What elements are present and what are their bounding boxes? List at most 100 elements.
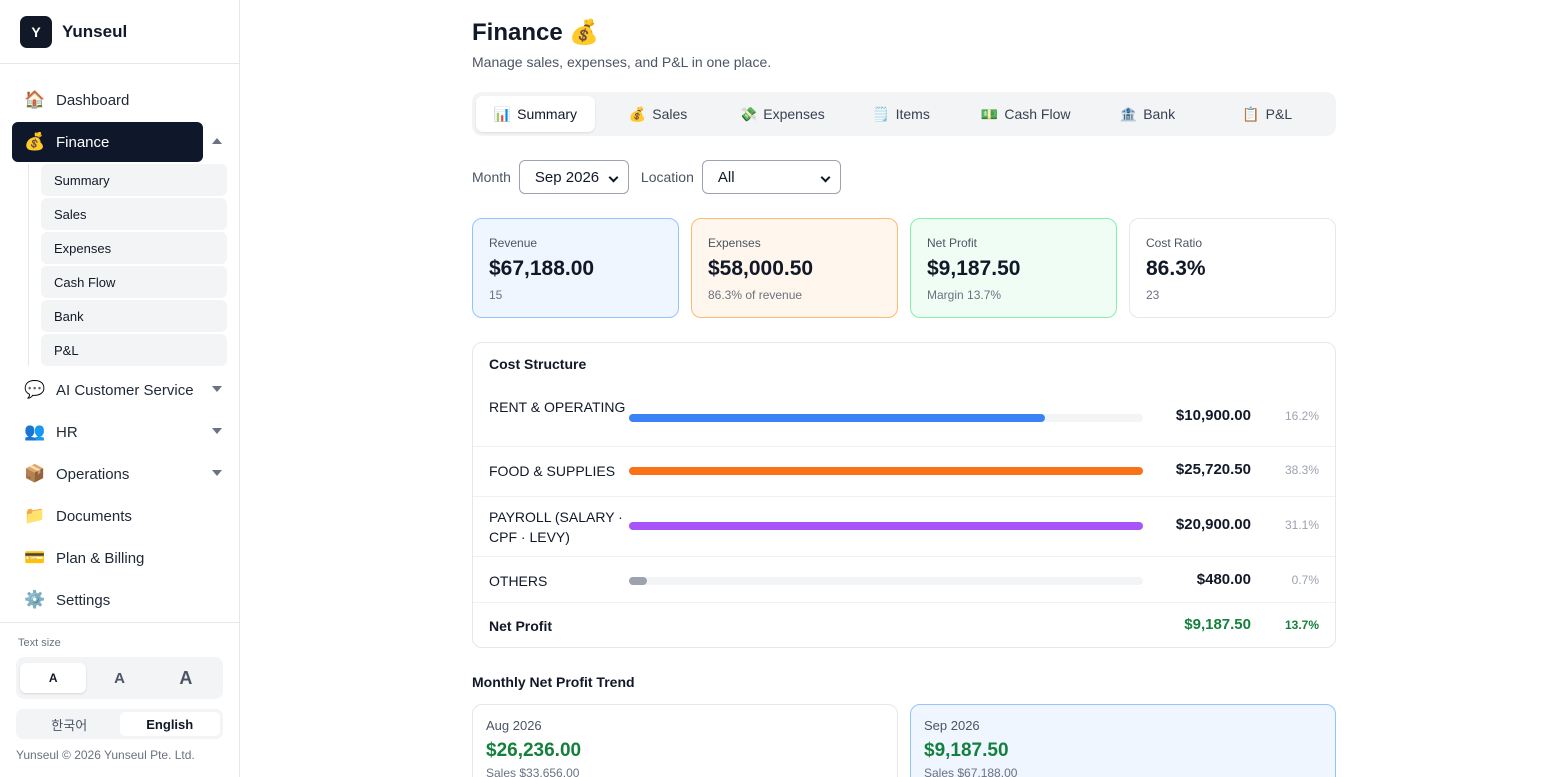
sidebar-item-dashboard[interactable]: 🏠 Dashboard xyxy=(12,80,228,120)
month-select-value: Sep 2026 xyxy=(534,168,600,186)
cost-bar-fill xyxy=(629,467,1143,475)
cost-percent: 38.3% xyxy=(1284,463,1319,477)
tab-items[interactable]: 🗒️ Items xyxy=(843,96,959,132)
chevron-down-icon[interactable] xyxy=(212,428,222,434)
kpi-value: $58,000.50 xyxy=(708,257,814,280)
sidebar-item-label: Settings xyxy=(56,591,111,609)
net-profit-label: Net Profit xyxy=(489,618,552,634)
brand[interactable]: Y Yunseul xyxy=(0,0,239,64)
finance-tabs: 📊 Summary 💰 Sales 💸 Expenses 🗒️ Items 💵 … xyxy=(472,92,1336,136)
cost-bar-track xyxy=(629,577,1143,585)
location-select[interactable]: All xyxy=(701,160,841,194)
clipboard-icon: 📋 xyxy=(1242,105,1260,122)
submenu-item-bank[interactable]: Bank xyxy=(41,300,227,332)
tab-label: Bank xyxy=(1143,106,1176,122)
submenu-item-expenses[interactable]: Expenses xyxy=(41,232,227,264)
tab-cash-flow[interactable]: 💵 Cash Flow xyxy=(959,96,1093,132)
tab-pl[interactable]: 📋 P&L xyxy=(1202,96,1332,132)
kpi-sub: 86.3% of revenue xyxy=(708,288,803,302)
notepad-icon: 🗒️ xyxy=(872,105,890,122)
tab-bank[interactable]: 🏦 Bank xyxy=(1093,96,1203,132)
chevron-down-icon xyxy=(820,172,831,183)
kpi-sub: Margin 13.7% xyxy=(927,288,1002,302)
kpi-label: Net Profit xyxy=(927,236,978,250)
cost-percent: 16.2% xyxy=(1284,409,1319,423)
text-size-small-button[interactable]: A xyxy=(20,663,87,693)
money-wings-icon: 💸 xyxy=(739,105,758,122)
page-title: Finance 💰 xyxy=(472,19,600,46)
submenu-item-summary[interactable]: Summary xyxy=(41,164,227,196)
text-size-large-button[interactable]: A xyxy=(153,663,219,693)
kpi-card-cost-ratio: Cost Ratio 86.3% 23 xyxy=(1129,218,1336,318)
banknote-icon: 💵 xyxy=(980,105,999,122)
page-subtitle: Manage sales, expenses, and P&L in one p… xyxy=(472,54,772,70)
tab-label: Expenses xyxy=(763,106,825,122)
cost-amount: $480.00 xyxy=(1196,571,1251,588)
language-toggle: 한국어 English xyxy=(16,709,223,739)
filters: Month Sep 2026 Location All xyxy=(472,160,841,194)
cost-bar-track xyxy=(629,414,1143,422)
cost-bar-track xyxy=(629,522,1143,530)
language-korean-button[interactable]: 한국어 xyxy=(19,712,120,736)
sidebar-item-settings[interactable]: ⚙️ Settings xyxy=(12,580,228,620)
cost-row: RENT & OPERATING $10,900.00 16.2% xyxy=(473,387,1335,447)
chevron-up-icon[interactable] xyxy=(212,138,222,144)
kpi-value: $67,188.00 xyxy=(489,257,595,280)
kpi-sub: 23 xyxy=(1146,288,1160,302)
tab-summary[interactable]: 📊 Summary xyxy=(476,96,595,132)
submenu-item-pl[interactable]: P&L xyxy=(41,334,227,366)
sidebar-item-label: Documents xyxy=(56,507,132,525)
kpi-value: $9,187.50 xyxy=(927,257,1021,280)
kpi-label: Revenue xyxy=(489,236,538,250)
trend-card-sep-2026[interactable]: Sep 2026 $9,187.50 Sales $67,188.00 xyxy=(910,704,1336,777)
language-english-button[interactable]: English xyxy=(119,712,220,736)
cost-structure-panel: Cost Structure RENT & OPERATING $10,900.… xyxy=(472,342,1336,648)
month-label: Month xyxy=(472,169,511,185)
sidebar-item-label: Operations xyxy=(56,465,130,483)
copyright: Yunseul © 2026 Yunseul Pte. Ltd. xyxy=(16,748,195,762)
trend-sales: Sales $67,188.00 xyxy=(924,766,1018,777)
cost-bar-fill xyxy=(629,522,1143,530)
trend-card-aug-2026[interactable]: Aug 2026 $26,236.00 Sales $33,656.00 xyxy=(472,704,898,777)
text-size-medium-button[interactable]: A xyxy=(86,663,152,693)
kpi-card-revenue: Revenue $67,188.00 15 xyxy=(472,218,679,318)
sidebar-item-label: Plan & Billing xyxy=(56,549,145,567)
cost-category: PAYROLL (SALARY · CPF · LEVY) xyxy=(489,509,623,545)
cost-percent: 31.1% xyxy=(1284,518,1319,532)
trend-title: Monthly Net Profit Trend xyxy=(472,674,635,690)
submenu-item-cash-flow[interactable]: Cash Flow xyxy=(41,266,227,298)
cost-row: PAYROLL (SALARY · CPF · LEVY) $20,900.00… xyxy=(473,497,1335,557)
sidebar-item-label: Finance xyxy=(56,133,110,151)
cost-category: OTHERS xyxy=(489,573,548,589)
sidebar-item-finance[interactable]: 💰 Finance xyxy=(12,122,222,162)
text-size-label: Text size xyxy=(18,637,61,649)
tab-label: Cash Flow xyxy=(1004,106,1071,122)
net-profit-amount: $9,187.50 xyxy=(1184,616,1251,633)
cost-structure-title: Cost Structure xyxy=(489,356,587,372)
month-select[interactable]: Sep 2026 xyxy=(518,160,629,194)
cost-category: FOOD & SUPPLIES xyxy=(489,463,616,479)
trend-month: Sep 2026 xyxy=(924,718,980,733)
finance-submenu: Summary Sales Expenses Cash Flow Bank P&… xyxy=(28,164,228,366)
cost-row: FOOD & SUPPLIES $25,720.50 38.3% xyxy=(473,447,1335,497)
sidebar-item-hr[interactable]: 👥 HR xyxy=(12,412,228,452)
tab-expenses[interactable]: 💸 Expenses xyxy=(721,96,843,132)
chevron-down-icon[interactable] xyxy=(212,386,222,392)
tab-sales[interactable]: 💰 Sales xyxy=(595,96,722,132)
sidebar-item-plan-billing[interactable]: 💳 Plan & Billing xyxy=(12,538,228,578)
brand-logo: Y xyxy=(20,15,52,48)
kpi-card-expenses: Expenses $58,000.50 86.3% of revenue xyxy=(691,218,898,318)
location-label: Location xyxy=(640,169,694,185)
cost-amount: $25,720.50 xyxy=(1175,461,1251,478)
submenu-item-sales[interactable]: Sales xyxy=(41,198,227,230)
sidebar: Y Yunseul 🏠 Dashboard 💰 Finance Summary … xyxy=(0,0,240,777)
speech-bubble-icon: 💬 xyxy=(24,380,46,399)
brand-name: Yunseul xyxy=(62,21,128,41)
sidebar-item-label: Dashboard xyxy=(56,91,130,109)
sidebar-item-documents[interactable]: 📁 Documents xyxy=(12,496,228,536)
chevron-down-icon[interactable] xyxy=(212,470,222,476)
kpi-value: 86.3% xyxy=(1146,257,1206,280)
sidebar-item-ai-customer-service[interactable]: 💬 AI Customer Service xyxy=(12,370,228,410)
kpi-label: Cost Ratio xyxy=(1146,236,1203,250)
sidebar-item-operations[interactable]: 📦 Operations xyxy=(12,454,228,494)
